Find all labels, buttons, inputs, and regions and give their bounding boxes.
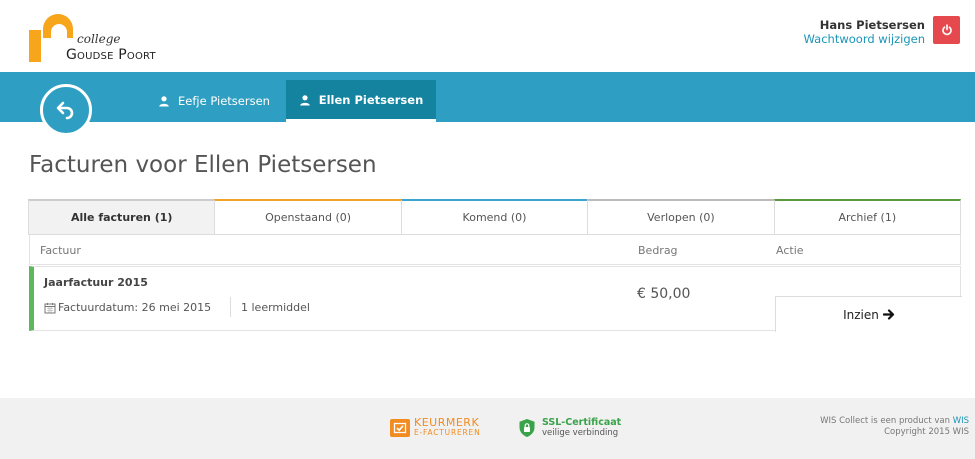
- invoice-amount: € 50,00: [637, 286, 691, 302]
- tab-child-eefje[interactable]: Eefje Pietsersen: [144, 80, 284, 122]
- keurmerk-check-icon: [390, 419, 410, 437]
- ssl-badge[interactable]: SSL-Certificaat veilige verbinding: [518, 417, 621, 439]
- calendar-icon: [44, 302, 56, 314]
- logo-line2: Goudse Poort: [66, 47, 156, 63]
- tab-child-label: Eefje Pietsersen: [178, 94, 270, 108]
- invoice-title: Jaarfactuur 2015: [44, 276, 148, 289]
- page-title: Facturen voor Ellen Pietsersen: [29, 152, 377, 178]
- tab-child-label: Ellen Pietsersen: [318, 92, 424, 107]
- user-menu: Hans Pietsersen Wachtwoord wijzigen: [804, 18, 925, 46]
- tab-archive[interactable]: Archief (1): [773, 199, 962, 235]
- ssl-text: SSL-Certificaat veilige verbinding: [542, 417, 621, 439]
- column-amount: Bedrag: [638, 244, 678, 257]
- shield-lock-icon: [518, 418, 536, 438]
- table-header: Factuur Bedrag Actie: [29, 235, 961, 265]
- college-logo[interactable]: college Goudse Poort: [29, 14, 189, 64]
- invoice-item-count: 1 leermiddel: [241, 301, 310, 314]
- credit-line: WIS Collect is een product van WIS: [820, 416, 969, 427]
- invoice-filter-tabs: Alle facturen (1) Openstaand (0) Komend …: [28, 199, 962, 235]
- invoice-date: Factuurdatum: 26 mei 2015: [44, 301, 211, 314]
- keurmerk-bottom: E-FACTUREREN: [414, 428, 481, 437]
- arrow-right-icon: [882, 309, 895, 320]
- header: college Goudse Poort Hans Pietsersen Wac…: [0, 0, 975, 72]
- credit-text: WIS Collect is een product van: [820, 416, 953, 426]
- copyright: Copyright 2015 WIS: [884, 427, 969, 437]
- column-invoice: Factuur: [40, 244, 81, 257]
- change-password-link[interactable]: Wachtwoord wijzigen: [804, 32, 925, 46]
- logo-line1: college: [77, 32, 121, 46]
- tab-expired[interactable]: Verlopen (0): [587, 199, 775, 235]
- person-icon: [299, 94, 311, 106]
- credits: WIS Collect is een product van WIS Copyr…: [820, 416, 969, 438]
- column-action: Actie: [776, 244, 804, 257]
- view-invoice-button[interactable]: Inzien: [775, 296, 962, 332]
- person-icon: [158, 95, 170, 107]
- tab-outstanding[interactable]: Openstaand (0): [214, 199, 402, 235]
- ssl-title: SSL-Certificaat: [542, 417, 622, 428]
- keurmerk-badge[interactable]: KEURMERK E-FACTUREREN: [390, 416, 481, 438]
- keurmerk-top: KEURMERK: [414, 416, 480, 429]
- table-row: Jaarfactuur 2015 Factuurdatum: 26 mei 20…: [29, 266, 962, 332]
- power-icon-glyph: [941, 24, 952, 36]
- keurmerk-text: KEURMERK E-FACTUREREN: [414, 416, 481, 438]
- ssl-subtitle: veilige verbinding: [542, 428, 619, 438]
- user-name: Hans Pietsersen: [819, 18, 925, 32]
- back-arrow-icon: [56, 101, 74, 120]
- logo-mark: [29, 30, 41, 62]
- tab-upcoming[interactable]: Komend (0): [400, 199, 589, 235]
- invoice-date-text: Factuurdatum: 26 mei 2015: [58, 301, 212, 314]
- tab-all-invoices[interactable]: Alle facturen (1): [28, 199, 216, 235]
- view-invoice-label: Inzien: [843, 307, 879, 322]
- divider: [230, 297, 231, 317]
- back-button[interactable]: [40, 84, 92, 136]
- tab-child-ellen[interactable]: Ellen Pietsersen: [286, 80, 436, 122]
- power-icon[interactable]: [933, 16, 960, 44]
- wis-link[interactable]: WIS: [953, 416, 969, 426]
- logo-arch-inner: [51, 24, 67, 38]
